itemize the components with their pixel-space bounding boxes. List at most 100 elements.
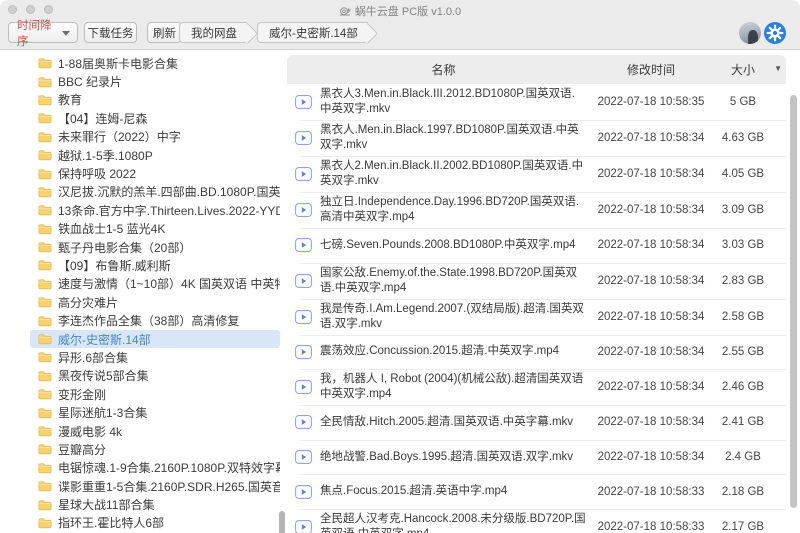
folder-icon [38,204,52,216]
file-name: 绝地战警.Bad.Boys.1995.超清.国英双语.双字.mkv [320,450,592,465]
file-size: 3.09 GB [710,204,776,216]
folder-icon [38,425,52,437]
folder-tree-item[interactable]: 保持呼吸 2022 [30,164,280,182]
folder-icon [38,351,52,363]
folder-tree-item[interactable]: 汉尼拔.沉默的羔羊.四部曲.BD.1080P.国英双语.中 [30,183,280,201]
folder-tree-item[interactable]: BBC 纪录片 [30,72,280,90]
folder-icon [38,370,52,382]
file-list: 黑衣人3.Men.in.Black.III.2012.BD1080P.国英双语.… [287,84,786,533]
file-name: 震荡效应.Concussion.2015.超清.中英双字.mp4 [320,344,592,359]
file-row[interactable]: 震荡效应.Concussion.2015.超清.中英双字.mp4 2022-07… [287,335,786,370]
folder-name: 谍影重重1-5合集.2160P.SDR.H265.国英音轨.中英 [58,478,280,495]
toolbar: 时间降序 下载任务 刷新 我的网盘 威尔-史密斯.14部 [0,18,800,50]
file-name: 黑衣人.Men.in.Black.1997.BD1080P.国英双语.中英双字.… [320,123,592,153]
video-play-icon [295,167,312,181]
video-play-icon [295,203,312,217]
video-play-icon [295,131,312,145]
file-size: 2.83 GB [710,275,776,287]
folder-tree-item[interactable]: 13条命.官方中字.Thirteen.Lives.2022-YYDS-202 [30,201,280,219]
folder-icon [38,480,52,492]
file-list-vertical-scrollbar[interactable] [790,95,797,508]
file-row[interactable]: 独立日.Independence.Day.1996.BD720P.国英双语.高清… [287,192,786,228]
file-size: 2.18 GB [710,486,776,498]
folder-tree-item[interactable]: 高分灾难片 [30,293,280,311]
file-row[interactable]: 黑衣人.Men.in.Black.1997.BD1080P.国英双语.中英双字.… [287,120,786,156]
sort-order-dropdown[interactable]: 时间降序 [8,22,78,43]
video-play-icon [295,345,312,359]
folder-icon [38,94,52,106]
file-modified-time: 2022-07-18 10:58:34 [592,451,710,463]
snail-icon [339,5,351,17]
folder-tree-item[interactable]: 铁血战士1-5 蓝光4K [30,220,280,238]
folder-tree-item[interactable]: 1-88届奥斯卡电影合集 [30,54,280,72]
refresh-button[interactable]: 刷新 [147,22,182,43]
folder-name: 异形.6部合集 [58,349,128,366]
folder-name: 铁血战士1-5 蓝光4K [58,220,165,237]
folder-tree-item[interactable]: 漫威电影 4k [30,422,280,440]
folder-name: 李连杰作品全集（38部）高清修复 [58,312,239,329]
folder-tree-item[interactable]: 【04】连姆-尼森 [30,109,280,127]
folder-tree-item[interactable]: 谍影重重1-5合集.2160P.SDR.H265.国英音轨.中英 [30,477,280,495]
folder-tree-item[interactable]: 星际迷航1-3合集 [30,403,280,421]
window-chrome: 蜗牛云盘 PC版 v1.0.0 时间降序 下载任务 刷新 我的网盘 威尔-史密斯… [0,0,800,50]
folder-tree-item[interactable]: 李连杰作品全集（38部）高清修复 [30,311,280,329]
folder-tree-item[interactable]: 【09】布鲁斯.威利斯 [30,256,280,274]
user-avatar[interactable] [739,22,761,44]
video-play-icon [295,310,312,324]
folder-name: 高分灾难片 [58,294,118,311]
file-modified-time: 2022-07-18 10:58:34 [592,239,710,251]
file-row[interactable]: 绝地战警.Bad.Boys.1995.超清.国英双语.双字.mkv 2022-0… [287,440,786,475]
chevron-down-icon [62,31,70,36]
folder-tree-item[interactable]: 指环王.霍比特人6部 [30,514,280,532]
file-size: 2.41 GB [710,416,776,428]
folder-icon [38,407,52,419]
folder-tree-item[interactable]: 越狱.1-5季.1080P [30,146,280,164]
folder-icon [38,517,52,529]
file-modified-time: 2022-07-18 10:58:34 [592,204,710,216]
folder-tree-item[interactable]: 速度与激情（1~10部）4K 国英双语 中英特效字 [30,275,280,293]
column-header-size[interactable]: 大小 ▼ [710,61,776,78]
file-row[interactable]: 我，机器人 I, Robot (2004)(机械公敌).超清国英双语中英双字.m… [287,369,786,405]
folder-icon [38,443,52,455]
file-row[interactable]: 全民超人汉考克.Hancock.2008.未分级版.BD720P.国英双语.中英… [287,509,786,533]
breadcrumb-item[interactable]: 我的网盘 [179,22,247,43]
file-row[interactable]: 七磅.Seven.Pounds.2008.BD1080P.中英双字.mp4 20… [287,228,786,263]
folder-tree-item[interactable]: 变形金刚 [30,385,280,403]
file-row[interactable]: 焦点.Focus.2015.超清.英语中字.mp4 2022-07-18 10:… [287,474,786,509]
folder-icon [38,462,52,474]
file-modified-time: 2022-07-18 10:58:34 [592,311,710,323]
folder-tree-item[interactable]: 豆瓣高分 [30,440,280,458]
folder-tree-item[interactable]: 异形.6部合集 [30,348,280,366]
column-header-name[interactable]: 名称 [295,61,592,78]
sidebar-vertical-scrollbar[interactable] [279,511,285,533]
file-size: 5 GB [710,96,776,108]
folder-icon [38,112,52,124]
folder-tree-item[interactable]: 甄子丹电影合集（20部） [30,238,280,256]
download-tasks-button[interactable]: 下载任务 [84,22,137,43]
titlebar[interactable]: 蜗牛云盘 PC版 v1.0.0 [0,0,800,18]
table-header: 名称 修改时间 大小 ▼ [287,55,786,84]
file-row[interactable]: 全民情敌.Hitch.2005.超清.国英双语.中英字幕.mkv 2022-07… [287,405,786,440]
file-row[interactable]: 黑衣人2.Men.in.Black.II.2002.BD1080P.国英双语.中… [287,156,786,192]
sort-descending-icon[interactable]: ▼ [774,64,782,73]
folder-tree-item[interactable]: 威尔-史密斯.14部 [30,330,280,348]
folder-tree-item[interactable]: 黑夜传说5部合集 [30,367,280,385]
folder-name: 教育 [58,91,82,108]
breadcrumb-item[interactable]: 威尔-史密斯.14部 [257,22,368,43]
folder-tree-item[interactable]: 电锯惊魂.1-9合集.2160P.1080P.双特效字幕.BOB [30,459,280,477]
folder-tree-item[interactable]: 教育 [30,91,280,109]
file-row[interactable]: 国家公敌.Enemy.of.the.State.1998.BD720P.国英双语… [287,263,786,299]
file-row[interactable]: 我是传奇.I.Am.Legend.2007.(双结局版).超清.国英双语.双字.… [287,299,786,335]
file-modified-time: 2022-07-18 10:58:33 [592,521,710,533]
video-play-icon [295,485,312,499]
settings-gear-icon[interactable] [764,22,786,44]
column-header-time[interactable]: 修改时间 [592,61,710,78]
folder-tree-item[interactable]: 未来罪行（2022）中字 [30,128,280,146]
sort-order-label: 时间降序 [17,17,61,49]
folder-name: 黑夜传说5部合集 [58,367,149,384]
file-row[interactable]: 黑衣人3.Men.in.Black.III.2012.BD1080P.国英双语.… [287,84,786,120]
folder-name: 速度与激情（1~10部）4K 国英双语 中英特效字 [58,275,280,292]
folder-tree-item[interactable]: 星球大战11部合集 [30,495,280,513]
file-modified-time: 2022-07-18 10:58:34 [592,381,710,393]
folder-name: BBC 纪录片 [58,73,122,90]
